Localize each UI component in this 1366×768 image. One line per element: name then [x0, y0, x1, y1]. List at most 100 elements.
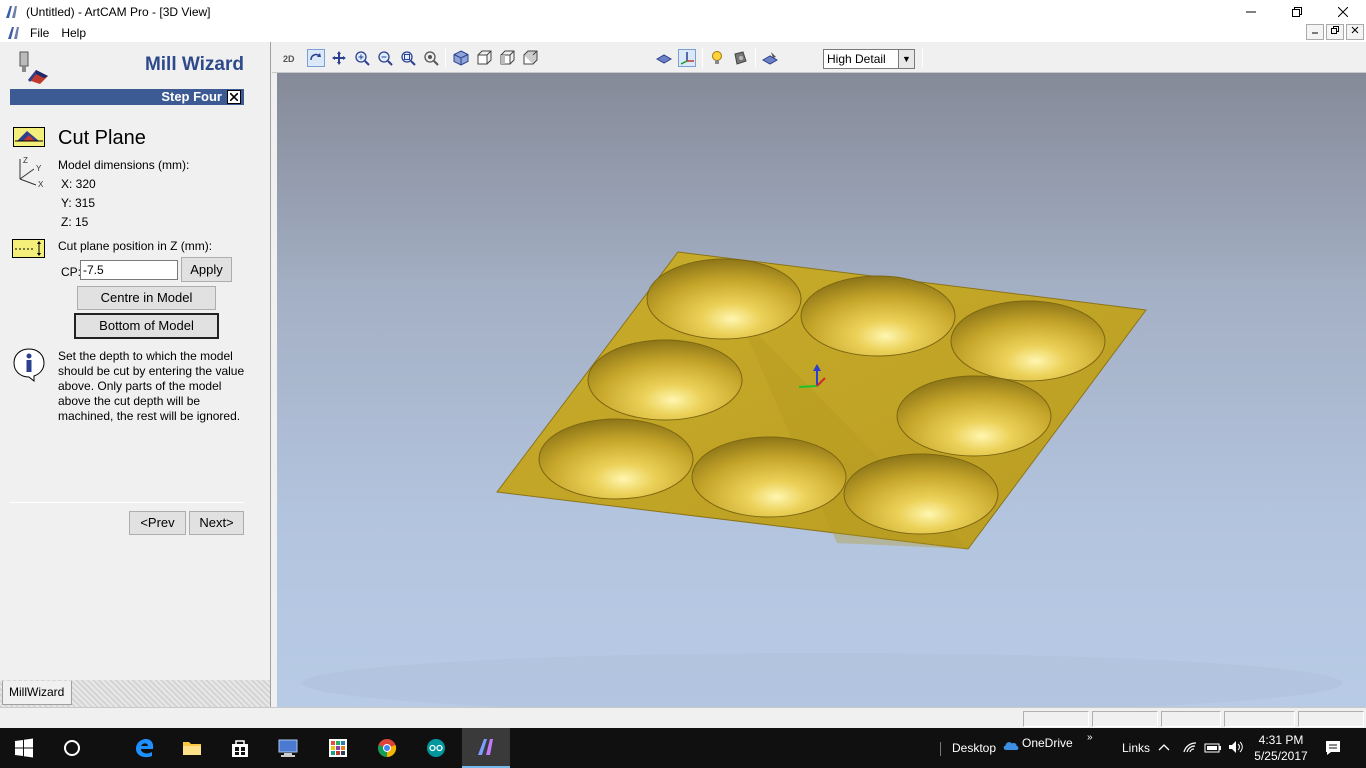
next-button[interactable]: Next> — [189, 511, 244, 535]
section-title: Cut Plane — [58, 127, 146, 149]
toolbar-links[interactable]: Links — [1122, 741, 1150, 755]
chrome-icon — [377, 739, 397, 758]
dome — [646, 258, 802, 340]
close-wizard-button[interactable] — [227, 90, 241, 104]
taskbar-edge[interactable] — [120, 728, 168, 768]
toolbar-separator — [922, 48, 923, 68]
dome — [691, 436, 847, 518]
toggle-2d-3d-button[interactable]: 2D — [282, 49, 300, 67]
pan-icon — [332, 51, 346, 65]
toolbar-separator — [445, 48, 446, 68]
status-bar — [0, 707, 1366, 728]
tab-millwizard[interactable]: MillWizard — [2, 681, 72, 705]
mdi-restore-button[interactable] — [1326, 24, 1344, 40]
dome — [587, 339, 743, 421]
minimize-button[interactable] — [1228, 0, 1274, 23]
bottom-of-model-button[interactable]: Bottom of Model — [74, 313, 219, 339]
search-circle-icon — [64, 740, 80, 756]
2d-3d-icon: 2D — [283, 54, 295, 64]
onedrive-cloud-icon — [1003, 742, 1019, 750]
show-axes-button[interactable] — [678, 49, 696, 67]
taskbar-remote-desktop[interactable] — [264, 728, 312, 768]
monitor-icon — [278, 739, 298, 757]
svg-text:2D: 2D — [283, 54, 295, 64]
wizard-title: Mill Wizard — [144, 54, 244, 75]
clock-time[interactable]: 4:31 PM — [1256, 733, 1306, 747]
arduino-icon — [427, 739, 445, 757]
toolbar-overflow-chevron-icon[interactable]: » — [1087, 732, 1093, 743]
clock-date[interactable]: 5/25/2017 — [1252, 749, 1310, 763]
minimize-icon — [1312, 32, 1318, 34]
taskbar-store[interactable] — [216, 728, 264, 768]
battery-icon[interactable] — [1204, 741, 1222, 753]
close-icon — [1351, 26, 1359, 34]
artcam-document-icon[interactable] — [6, 25, 22, 41]
volume-icon[interactable] — [1228, 740, 1244, 754]
artcam-app-icon — [6, 5, 17, 18]
material-button[interactable] — [731, 49, 749, 67]
zoom-in-icon — [355, 51, 370, 66]
detail-level-select[interactable]: High Detail ▼ — [823, 49, 915, 69]
toolbar-onedrive[interactable]: OneDrive — [1022, 736, 1073, 750]
iso-view-button[interactable] — [452, 49, 470, 67]
axes-toggle-icon — [680, 52, 694, 65]
mdi-minimize-button[interactable] — [1306, 24, 1324, 40]
rotate-view-button[interactable] — [307, 49, 325, 67]
top-cube-icon — [523, 50, 538, 65]
wifi-icon[interactable] — [1182, 740, 1198, 754]
front-cube-icon — [477, 50, 492, 65]
restore-icon — [1292, 6, 1302, 17]
iso-cube-icon — [453, 50, 469, 66]
view-toolbar: 2D High Detail ▼ — [272, 42, 1366, 73]
prev-button[interactable]: <Prev — [129, 511, 186, 535]
minimize-icon — [1246, 11, 1256, 12]
dome — [843, 453, 999, 535]
restore-button[interactable] — [1274, 0, 1320, 23]
mdi-close-button[interactable] — [1346, 24, 1364, 40]
toolbar-desktop[interactable]: Desktop — [952, 741, 996, 755]
store-bag-icon — [232, 740, 248, 757]
cut-plane-icon — [13, 127, 45, 147]
left-view-button[interactable] — [498, 49, 516, 67]
detail-level-value: High Detail — [827, 52, 886, 66]
render-settings-button[interactable] — [761, 49, 779, 67]
start-button[interactable] — [0, 728, 48, 768]
taskbar-arduino[interactable] — [412, 728, 460, 768]
close-button[interactable] — [1320, 0, 1366, 23]
shaded-plane-icon — [656, 54, 672, 64]
menu-help[interactable]: Help — [57, 26, 94, 40]
centre-in-model-button[interactable]: Centre in Model — [77, 286, 216, 310]
svg-text:Z: Z — [23, 156, 28, 165]
title-bar: (Untitled) - ArtCAM Pro - [3D View] — [0, 0, 1366, 23]
cut-plane-z-input[interactable] — [80, 260, 178, 280]
restore-icon — [1331, 26, 1339, 34]
top-view-button[interactable] — [521, 49, 539, 67]
shaded-view-button[interactable] — [655, 49, 673, 67]
close-icon — [1338, 6, 1348, 17]
dimension-x: X: 320 — [61, 177, 96, 191]
show-hidden-icons-chevron-icon[interactable] — [1158, 742, 1170, 752]
shadow-plane — [302, 653, 1342, 707]
render-settings-icon — [762, 52, 778, 65]
taskbar-artcam[interactable] — [462, 728, 510, 768]
front-view-button[interactable] — [475, 49, 493, 67]
taskbar-chrome[interactable] — [363, 728, 411, 768]
light-bulb-icon — [712, 51, 722, 64]
status-cell — [1023, 711, 1089, 727]
toolbar-separator — [755, 48, 756, 68]
apply-button[interactable]: Apply — [181, 257, 232, 282]
zoom-out-button[interactable] — [376, 49, 394, 67]
3d-viewport[interactable] — [277, 73, 1366, 707]
zoom-to-fit-button[interactable] — [399, 49, 417, 67]
taskbar-file-explorer[interactable] — [168, 728, 216, 768]
notification-center-icon[interactable] — [1324, 739, 1342, 757]
pan-view-button[interactable] — [330, 49, 348, 67]
menu-file[interactable]: File — [26, 26, 57, 40]
taskbar-app-grid[interactable] — [314, 728, 362, 768]
cp-prefix-label: CP: — [61, 265, 82, 279]
dropdown-arrow-icon[interactable]: ▼ — [898, 50, 914, 68]
zoom-in-button[interactable] — [353, 49, 371, 67]
zoom-region-button[interactable] — [422, 49, 440, 67]
lighting-button[interactable] — [708, 49, 726, 67]
search-button[interactable] — [48, 728, 96, 768]
